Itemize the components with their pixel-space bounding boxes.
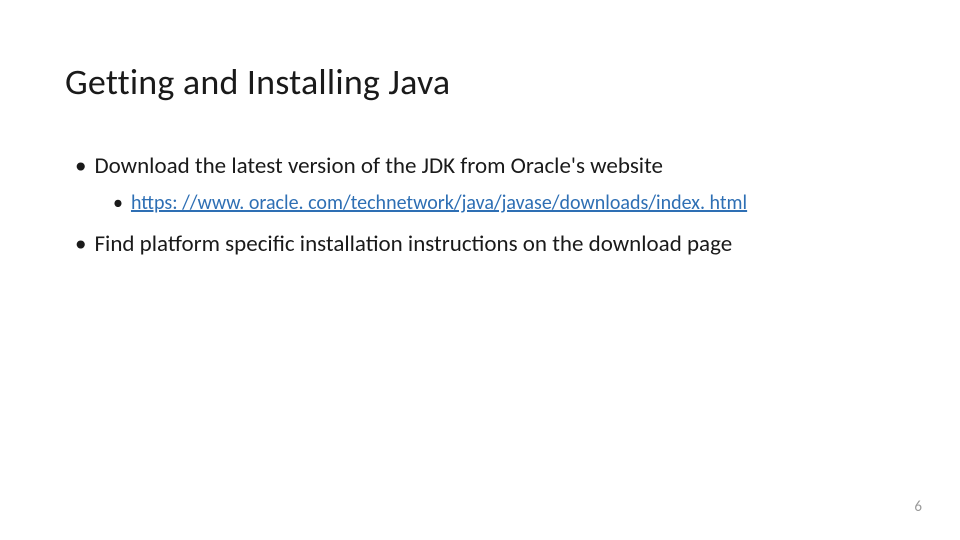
page-number: 6: [914, 498, 922, 516]
bullet-dot: •: [113, 190, 123, 216]
download-link[interactable]: https: //www. oracle. com/technetwork/ja…: [131, 190, 747, 216]
bullet-dot: •: [75, 230, 86, 260]
bullet-level1: • Download the latest version of the JDK…: [65, 152, 895, 182]
slide-title: Getting and Installing Java: [65, 60, 895, 104]
bullet-dot: •: [75, 152, 86, 182]
slide-content: Getting and Installing Java • Download t…: [0, 0, 960, 260]
bullet-level1: • Find platform specific installation in…: [65, 230, 895, 260]
bullet-text: Download the latest version of the JDK f…: [94, 152, 663, 182]
bullet-text: Find platform specific installation inst…: [94, 230, 732, 260]
bullet-level2: • https: //www. oracle. com/technetwork/…: [65, 190, 895, 216]
